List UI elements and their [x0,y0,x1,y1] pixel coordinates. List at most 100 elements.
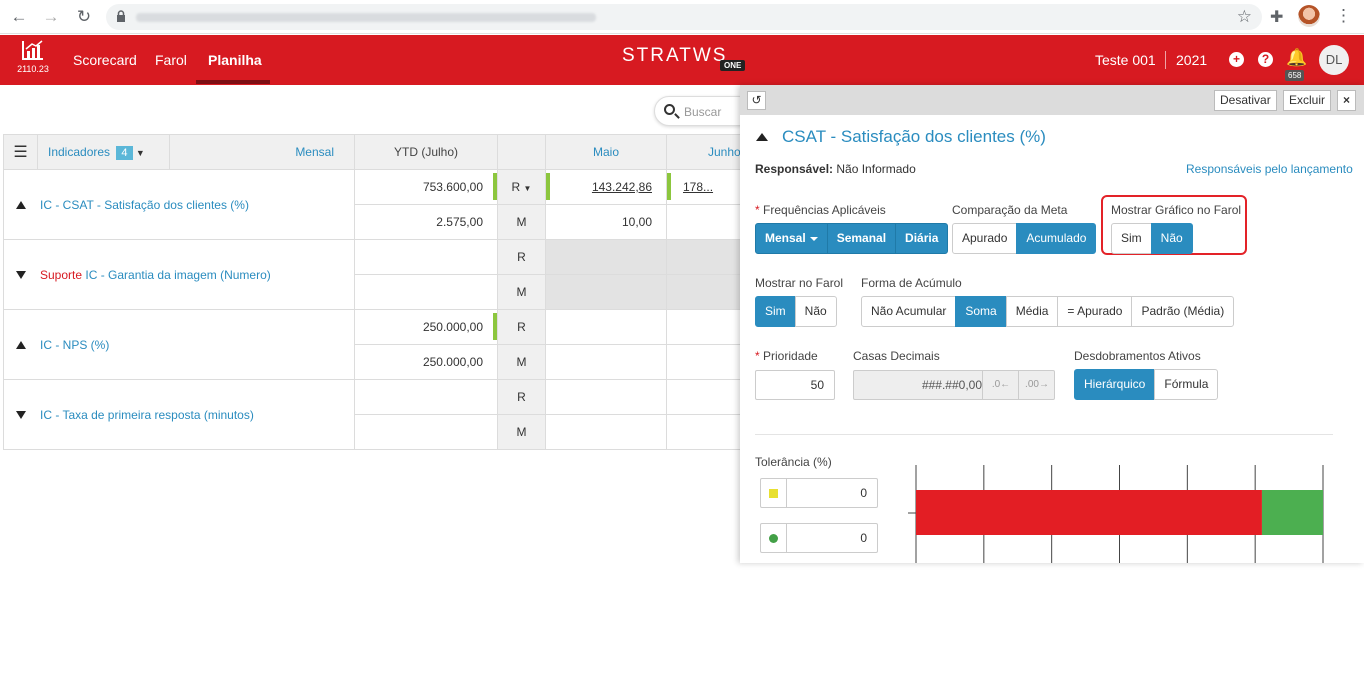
ytd-value [354,274,498,310]
desdob-label: Desdobramentos Ativos [1074,349,1201,363]
tolerance-yellow-input[interactable]: 0 [760,478,878,508]
acumulo-nao-acumular-button[interactable]: Não Acumular [861,296,957,327]
casas-input: ###.##0,00 .0← .00→ [853,370,1055,400]
chevron-down-icon[interactable]: ▼ [136,148,145,158]
indicator-name-cell[interactable]: Suporte IC - Garantia da imagem (Numero) [3,239,355,310]
company-selector[interactable]: Teste 001 [1095,52,1156,68]
browser-toolbar: ← → ↻ ☆ ✚ ⋮ [0,0,1364,34]
brand-logo: STRATWS [622,45,728,66]
bookmark-star-icon[interactable]: ☆ [1237,7,1252,27]
freq-group: Mensal Semanal Diária [755,223,949,254]
indicator-name-cell[interactable]: IC - NPS (%) [3,309,355,380]
user-avatar[interactable]: DL [1319,45,1349,75]
delete-button[interactable]: Excluir [1283,90,1332,111]
table-row: IC - Taxa de primeira resposta (minutos)… [3,379,742,450]
browser-menu-icon[interactable]: ⋮ [1335,6,1352,26]
expand-icon[interactable] [16,410,26,419]
reload-icon[interactable]: ↻ [73,6,95,28]
desdob-hierarquico-button[interactable]: Hierárquico [1074,369,1156,400]
responsible-label: Responsável: [755,162,834,176]
history-icon[interactable]: ↺ [747,91,766,110]
cell-junho-m[interactable] [666,204,742,240]
meta-apurado-button[interactable]: Apurado [952,223,1018,254]
acumulo-label: Forma de Acúmulo [861,276,962,290]
row-type-m: M [497,204,546,240]
farol-sim-button[interactable]: Sim [755,296,796,327]
bell-icon[interactable]: 🔔 [1286,48,1307,68]
caret-down-icon [809,236,818,241]
grid-header-row: ☰ Indicadores 4 ▼ Mensal YTD (Julho) Mai… [3,134,742,170]
increase-decimal-icon[interactable]: .00→ [1018,371,1055,399]
acumulo-apurado-button[interactable]: = Apurado [1057,296,1133,327]
nav-farol[interactable]: Farol [155,52,187,68]
desdob-group: Hierárquico Fórmula [1074,369,1219,400]
grid-menu-button[interactable]: ☰ [3,134,38,170]
acumulo-media-button[interactable]: Média [1005,296,1059,327]
cell-maio-r[interactable] [545,309,667,345]
freq-semanal-button[interactable]: Semanal [826,223,897,254]
deactivate-button[interactable]: Desativar [1214,90,1277,111]
month-header-junho[interactable]: Junho [666,134,742,170]
row-type-r: R [497,379,546,415]
cell-maio-r[interactable] [545,379,667,415]
forward-icon[interactable]: → [40,6,62,28]
row-type-m: M [497,274,546,310]
row-type-r[interactable]: R ▼ [497,169,546,205]
collapse-icon[interactable] [756,133,768,141]
cell-maio-m[interactable] [545,414,667,450]
decrease-decimal-icon[interactable]: .0← [982,371,1019,399]
casas-label: Casas Decimais [853,349,940,363]
search-box[interactable]: Buscar [654,96,754,126]
indicator-name-cell[interactable]: IC - CSAT - Satisfação dos clientes (%) [3,169,355,240]
desdob-formula-button[interactable]: Fórmula [1154,369,1219,400]
cell-junho-r[interactable] [666,379,742,415]
expand-icon[interactable] [16,270,26,279]
freq-diaria-button[interactable]: Diária [895,223,949,254]
browser-profile-avatar[interactable] [1298,5,1320,27]
help-icon[interactable]: ? [1258,52,1273,67]
address-bar[interactable]: ☆ [106,4,1262,30]
cell-junho-r[interactable]: 178... [666,169,742,205]
month-header-maio[interactable]: Maio [545,134,667,170]
cell-junho-m[interactable] [666,414,742,450]
indicators-header[interactable]: Indicadores 4 ▼ [37,134,170,170]
cell-junho-r[interactable] [666,309,742,345]
grafico-nao-button[interactable]: Não [1150,223,1193,254]
status-marker [667,173,671,200]
lock-icon [117,10,125,22]
nav-planilha[interactable]: Planilha [208,52,262,68]
extensions-icon[interactable]: ✚ [1270,7,1283,27]
panel-toolbar: ↺ Desativar Excluir × [740,85,1364,115]
tolerance-chart [908,465,1324,563]
search-icon [664,104,675,115]
collapse-icon[interactable] [16,340,26,349]
indicator-name-cell[interactable]: IC - Taxa de primeira resposta (minutos) [3,379,355,450]
add-icon[interactable]: + [1229,52,1244,67]
chart-bar-segment-1 [1261,490,1323,535]
back-icon[interactable]: ← [8,6,30,28]
meta-group: Apurado Acumulado [952,223,1097,254]
prioridade-input[interactable]: 50 [755,370,835,400]
indicators-count: 4 [116,145,133,160]
app-logo[interactable]: 2110.23 [16,40,50,74]
section-divider [755,434,1333,435]
year-selector[interactable]: 2021 [1176,52,1207,68]
cell-maio-m[interactable]: 10,00 [545,204,667,240]
responsible-link[interactable]: Responsáveis pelo lançamento [1186,162,1353,176]
nav-scorecard[interactable]: Scorecard [73,52,137,68]
ytd-value [354,414,498,450]
meta-acumulado-button[interactable]: Acumulado [1016,223,1097,254]
acumulo-soma-button[interactable]: Soma [955,296,1007,327]
acumulo-padrao-button[interactable]: Padrão (Média) [1131,296,1235,327]
period-header[interactable]: Mensal [169,134,355,170]
app-version: 2110.23 [17,64,49,74]
freq-mensal-button[interactable]: Mensal [755,223,828,254]
tolerance-green-input[interactable]: 0 [760,523,878,553]
farol-nao-button[interactable]: Não [794,296,837,327]
cell-maio-m[interactable] [545,344,667,380]
cell-maio-r[interactable]: 143.242,86 [545,169,667,205]
collapse-icon[interactable] [16,200,26,209]
grafico-sim-button[interactable]: Sim [1111,223,1152,254]
close-icon[interactable]: × [1337,90,1357,111]
cell-junho-m[interactable] [666,344,742,380]
